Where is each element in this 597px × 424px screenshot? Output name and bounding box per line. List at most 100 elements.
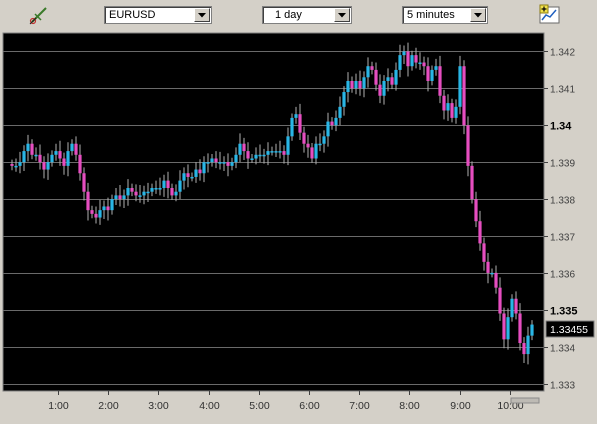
symbol-value: EURUSD <box>109 9 156 21</box>
candle-body <box>270 151 274 153</box>
chevron-down-icon[interactable] <box>470 8 486 22</box>
candle-body <box>314 143 318 159</box>
add-chart-icon[interactable] <box>538 4 562 26</box>
crosshair-tool-icon[interactable] <box>27 4 51 26</box>
candle-body <box>178 180 182 192</box>
candle-body <box>362 77 366 89</box>
candle-body <box>66 151 70 166</box>
chevron-down-icon[interactable] <box>194 8 210 22</box>
candle-body <box>386 77 390 81</box>
candle-body <box>142 191 146 196</box>
candle-body <box>482 243 486 262</box>
y-tick-label: 1.339 <box>550 159 575 170</box>
candle-body <box>30 143 34 155</box>
candle-body <box>74 143 78 155</box>
candle-body <box>262 154 266 157</box>
candle-body <box>254 154 258 159</box>
candle-body <box>242 143 246 152</box>
x-tick-label: 2:00 <box>98 400 119 412</box>
candle-body <box>50 154 54 163</box>
candle-body <box>374 69 378 85</box>
chart-frame: 1.342 1.341 1.34 1.339 1.338 1.337 1.336 1.335 1… <box>2 32 595 419</box>
candle-body <box>434 66 438 70</box>
candle-body <box>90 210 94 214</box>
range-select[interactable]: 1 day <box>262 6 352 24</box>
candle-body <box>406 51 410 67</box>
candle-body <box>70 143 74 152</box>
candle-body <box>250 158 254 160</box>
candle-body <box>318 143 322 146</box>
candle-body <box>330 121 334 126</box>
candle-body <box>474 199 478 222</box>
x-tick-label: 9:00 <box>450 400 471 412</box>
candle-body <box>350 80 354 89</box>
candle-body <box>86 191 90 211</box>
candle-body <box>286 136 290 155</box>
candle-body <box>410 55 414 67</box>
candle-body <box>394 69 398 85</box>
candle-body <box>490 272 494 275</box>
y-tick-label: 1.335 <box>550 306 578 318</box>
candle-body <box>174 191 178 196</box>
candle-body <box>430 69 434 81</box>
candle-body <box>486 261 490 273</box>
candle-body <box>26 143 30 152</box>
candle-body <box>354 80 358 89</box>
candle-body <box>146 191 150 194</box>
candle-body <box>126 188 130 196</box>
x-tick-label: 7:00 <box>349 400 370 412</box>
candle-body <box>518 313 522 344</box>
candle-body <box>274 151 278 153</box>
candle-body <box>202 162 206 174</box>
candle-body <box>338 106 342 118</box>
candle-body <box>186 173 190 177</box>
candle-body <box>118 195 122 200</box>
price-chart[interactable]: 1.342 1.341 1.34 1.339 1.338 1.337 1.336 1.335 1… <box>2 32 595 419</box>
candle-body <box>278 151 282 153</box>
candle-body <box>206 162 210 164</box>
candle-body <box>166 180 170 189</box>
x-tick-label: 4:00 <box>199 400 220 412</box>
candle-body <box>282 151 286 155</box>
candle-body <box>214 158 218 163</box>
y-tick-label: 1.334 <box>550 344 575 355</box>
candle-body <box>54 151 58 155</box>
candle-body <box>266 151 270 155</box>
interval-value: 5 minutes <box>407 9 455 21</box>
candle-body <box>470 165 474 200</box>
candle-body <box>402 51 406 56</box>
range-value: 1 day <box>275 9 302 21</box>
candle-body <box>122 195 126 200</box>
x-tick-label: 1:00 <box>48 400 69 412</box>
candle-body <box>418 62 422 65</box>
candle-body <box>346 80 350 93</box>
candle-body <box>306 143 310 148</box>
candle-body <box>138 195 142 197</box>
candle-body <box>10 164 14 166</box>
candle-body <box>498 287 502 314</box>
candle-body <box>130 188 134 192</box>
candle-body <box>378 84 382 96</box>
candle-body <box>422 62 426 67</box>
x-tick-label: 3:00 <box>148 400 169 412</box>
candle-body <box>414 55 418 63</box>
candle-body <box>522 343 526 355</box>
candle-body <box>506 317 510 340</box>
candle-body <box>238 143 242 155</box>
interval-select[interactable]: 5 minutes <box>402 6 488 24</box>
candle-body <box>302 132 306 144</box>
candle-body <box>326 121 330 137</box>
symbol-select[interactable]: EURUSD <box>104 6 212 24</box>
candle-body <box>234 154 238 163</box>
current-price-marker: 1.33455 <box>545 320 595 338</box>
candle-body <box>294 114 298 118</box>
candle-body <box>442 95 446 111</box>
chevron-down-icon[interactable] <box>334 8 350 22</box>
scroll-thumb-icon[interactable] <box>510 397 540 404</box>
candle-body <box>18 162 22 166</box>
candle-body <box>190 176 194 179</box>
candle-body <box>110 199 114 211</box>
candle-body <box>158 188 162 190</box>
candle-body <box>458 66 462 107</box>
candle-body <box>14 165 18 168</box>
